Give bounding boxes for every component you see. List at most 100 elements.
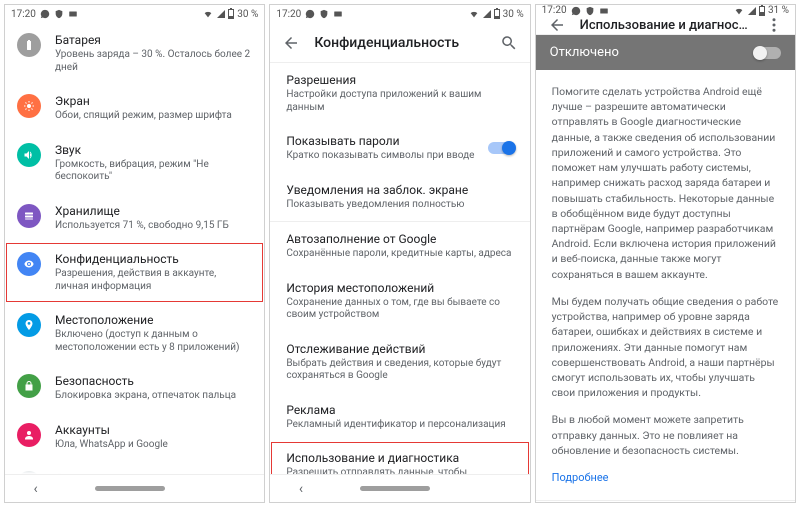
item-title: Аккаунты	[55, 423, 250, 437]
settings-item-security[interactable]: БезопасностьБлокировка экрана, отпечаток…	[5, 364, 264, 413]
item-title: Батарея	[55, 33, 250, 47]
item-title: Хранилище	[55, 204, 250, 218]
whatsapp-icon	[571, 6, 581, 16]
more-icon[interactable]	[765, 16, 783, 34]
privacy-item-lockscreen-notifs[interactable]: Уведомления на заблок. экране Показывать…	[270, 173, 529, 222]
nav-bar: ‹	[536, 500, 795, 503]
status-bar: 17:20 30 %	[5, 5, 264, 23]
item-title: Использование и диагностика	[286, 451, 513, 465]
nav-home-pill[interactable]	[95, 486, 165, 491]
settings-item-location[interactable]: МестоположениеВключено (доступ к данным …	[5, 303, 264, 364]
item-subtitle: Разрешения, действия в аккаунте, личная …	[55, 268, 250, 293]
battery-icon	[494, 9, 500, 19]
toolbar: Конфиденциальность	[270, 23, 529, 63]
item-title: Конфиденциальность	[55, 252, 250, 266]
description-body: Помогите сделать устройства Android ещё …	[536, 70, 795, 500]
battery-percent: 30 %	[237, 9, 258, 20]
toggle-switch[interactable]	[755, 47, 781, 59]
settings-item-sound[interactable]: Звук Громкость, вибрация, режим "Не беспо…	[5, 133, 264, 194]
item-title: История местоположений	[286, 281, 513, 295]
item-title: Отслеживание действий	[286, 342, 513, 356]
item-subtitle: Блокировка экрана, отпечаток пальца	[55, 390, 250, 403]
item-subtitle: Громкость, вибрация, режим "Не беспокоит…	[55, 159, 250, 184]
settings-item-accessibility[interactable]: Спец. возможностиПрограммы чтения с экра…	[5, 461, 264, 474]
screen-usage-diagnostics: 17:20 31 % Использование и диагнос… Откл…	[535, 4, 796, 503]
privacy-list: Разрешения Настройки доступа приложений …	[270, 63, 529, 474]
nav-back-icon[interactable]: ‹	[564, 501, 568, 503]
page-title: Использование и диагнос…	[580, 18, 751, 33]
nav-back-icon[interactable]: ‹	[34, 481, 38, 497]
card-icon	[333, 9, 343, 19]
search-icon[interactable]	[500, 34, 518, 52]
battery-icon	[17, 33, 41, 57]
settings-item-battery[interactable]: Батарея Уровень заряда – 30 %. Осталось б…	[5, 23, 264, 84]
settings-item-display[interactable]: Экран Обои, спящий режим, размер шрифта	[5, 84, 264, 133]
battery-icon	[759, 6, 765, 16]
signal-icon	[483, 10, 491, 18]
privacy-item-activity[interactable]: Отслеживание действий Выбрать действия и…	[270, 332, 529, 393]
back-arrow-icon[interactable]	[282, 34, 300, 52]
settings-list: Батарея Уровень заряда – 30 %. Осталось б…	[5, 23, 264, 474]
page-title: Конфиденциальность	[314, 35, 485, 51]
screen-settings-main: 17:20 30 % Батарея Уровень заряда – 30 %.…	[4, 4, 265, 503]
card-icon	[599, 6, 609, 16]
item-title: Звук	[55, 143, 250, 157]
privacy-item-permissions[interactable]: Разрешения Настройки доступа приложений …	[270, 63, 529, 124]
nav-bar: ‹	[270, 474, 529, 502]
item-title: Уведомления на заблок. экране	[286, 183, 513, 197]
screen-privacy: 17:20 30 % Конфиденциальность Разрешения…	[269, 4, 530, 503]
whatsapp-icon	[305, 9, 315, 19]
status-time: 17:20	[276, 9, 301, 20]
status-banner: Отключено	[536, 35, 795, 70]
privacy-item-ads[interactable]: Реклама Рекламный идентификатор и персон…	[270, 393, 529, 442]
paragraph: Вы в любой момент можете запретить отпра…	[552, 412, 779, 458]
back-arrow-icon[interactable]	[548, 16, 566, 34]
nav-back-icon[interactable]: ‹	[299, 481, 303, 497]
location-icon	[17, 313, 41, 337]
signal-icon	[217, 10, 225, 18]
item-subtitle: Показывать уведомления полностью	[286, 199, 513, 212]
settings-item-accounts[interactable]: Аккаунты Юла, WhatsApp и Google	[5, 413, 264, 462]
wifi-icon	[202, 9, 214, 19]
privacy-item-autofill[interactable]: Автозаполнение от Google Сохранённые пар…	[270, 222, 529, 271]
paragraph: Мы будем получать общие сведения о работ…	[552, 294, 779, 401]
item-subtitle: Уровень заряда – 30 %. Осталось более 2 …	[55, 49, 250, 74]
paragraph: Помогите сделать устройства Android ещё …	[552, 84, 779, 282]
shield-icon	[54, 9, 64, 19]
card-icon	[68, 9, 78, 19]
item-subtitle: Обои, спящий режим, размер шрифта	[55, 110, 250, 123]
toggle-switch[interactable]	[488, 142, 514, 154]
item-title: Реклама	[286, 403, 513, 417]
signal-icon	[748, 7, 756, 15]
whatsapp-icon	[40, 9, 50, 19]
item-subtitle: Настройки доступа приложений к вашим дан…	[286, 89, 513, 114]
status-time: 17:20	[11, 9, 36, 20]
learn-more-link[interactable]: Подробнее	[552, 471, 609, 484]
storage-icon	[17, 204, 41, 228]
brightness-icon	[17, 94, 41, 118]
battery-percent: 31 %	[768, 5, 789, 16]
item-title: Экран	[55, 94, 250, 108]
wifi-icon	[733, 6, 745, 16]
item-title: Автозаполнение от Google	[286, 232, 513, 246]
item-subtitle: Юла, WhatsApp и Google	[55, 439, 250, 452]
privacy-icon	[17, 252, 41, 276]
volume-icon	[17, 143, 41, 167]
item-title: Разрешения	[286, 73, 513, 87]
nav-home-pill[interactable]	[360, 486, 430, 491]
status-bar: 17:20 30 %	[270, 5, 529, 23]
item-subtitle: Рекламный идентификатор и персонализация	[286, 419, 513, 432]
privacy-item-show-passwords[interactable]: Показывать пароли Кратко показывать симв…	[270, 124, 529, 173]
settings-item-privacy[interactable]: Конфиденциальность Разрешения, действия в…	[5, 242, 264, 303]
wifi-icon	[468, 9, 480, 19]
privacy-item-usage-diagnostics[interactable]: Использование и диагностика Разрешить от…	[270, 441, 529, 474]
item-subtitle: Сохранённые пароли, кредитные карты, адр…	[286, 248, 513, 261]
battery-percent: 30 %	[503, 9, 524, 20]
privacy-item-location-history[interactable]: История местоположений Сохранение данных…	[270, 271, 529, 332]
status-bar: 17:20 31 %	[536, 5, 795, 16]
item-title: Показывать пароли	[286, 134, 474, 148]
status-time: 17:20	[542, 5, 567, 16]
settings-item-storage[interactable]: ХранилищеИспользуется 71 %, свободно 9,1…	[5, 194, 264, 243]
item-subtitle: Разрешить отправлять данные, чтобы улучш…	[286, 467, 513, 474]
nav-bar: ‹	[5, 474, 264, 502]
